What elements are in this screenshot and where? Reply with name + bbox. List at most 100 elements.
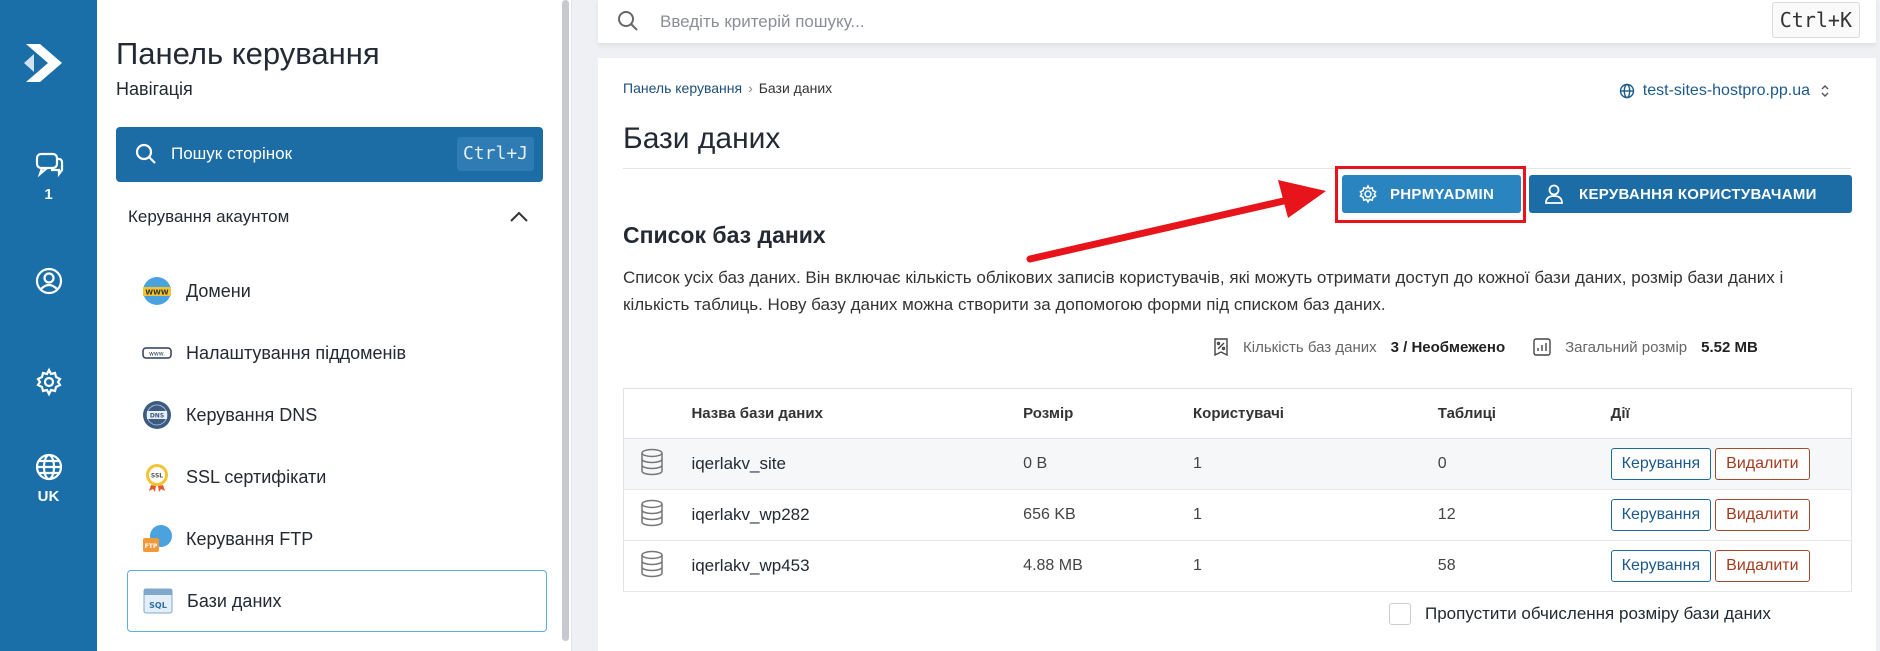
database-icon (641, 448, 663, 475)
column-header: Назва бази даних (691, 388, 1024, 439)
table-row: iqerlakv_wp453 4.88 MB 1 58 Керування Вид… (623, 540, 1852, 592)
gear-icon (35, 367, 62, 397)
list-title: Список баз даних (623, 222, 826, 248)
manage-users-button[interactable]: КЕРУВАННЯ КОРИСТУВАЧАМИ (1529, 175, 1852, 213)
column-header: Користувачі (1193, 388, 1438, 439)
www-icon: WWW (143, 277, 171, 305)
db-name: iqerlakv_site (691, 438, 1024, 490)
db-users: 1 (1193, 489, 1438, 541)
svg-text:SQL: SQL (149, 601, 167, 610)
domain-selector[interactable]: test-sites-hostpro.pp.ua (1619, 82, 1838, 100)
icon-rail: 1 UK (0, 0, 97, 651)
rail-settings[interactable] (0, 367, 97, 397)
db-size: 656 KB (1023, 489, 1193, 541)
db-size: 0 B (1023, 438, 1193, 490)
sidebar-item-ftp[interactable]: FTP Керування FTP (127, 508, 547, 570)
sidebar-item-domains[interactable]: WWW Домени (127, 260, 547, 322)
svg-text:FTP: FTP (145, 543, 158, 550)
delete-db-button[interactable]: Видалити (1715, 499, 1810, 531)
user-icon (1545, 184, 1563, 204)
skip-size-checkbox[interactable] (1389, 603, 1411, 625)
table-row: iqerlakv_wp282 656 KB 1 12 Керування Вида… (623, 489, 1852, 541)
ftp-icon: FTP (143, 525, 172, 552)
table-row: iqerlakv_site 0 B 1 0 Керування Видалити (623, 438, 1852, 490)
global-search-shortcut: Ctrl+K (1771, 2, 1860, 38)
db-name: iqerlakv_wp453 (691, 540, 1024, 592)
language-label: UK (37, 488, 60, 505)
sidebar-item-subdomains[interactable]: www. Налаштування піддоменів (127, 322, 547, 384)
sidebar-item-label: Домени (186, 280, 251, 301)
sidebar-item-label: Керування DNS (186, 404, 318, 425)
sidebar-item-label: Бази даних (187, 590, 282, 611)
chevron-up-icon[interactable] (509, 211, 529, 223)
manage-db-button[interactable]: Керування (1610, 550, 1712, 582)
sidebar-item-databases[interactable]: SQL Бази даних (127, 570, 547, 632)
db-tables: 58 (1437, 540, 1611, 592)
search-icon (618, 11, 638, 31)
skip-size-calc[interactable]: Пропустити обчислення розміру бази даних (1389, 603, 1771, 625)
sidebar-item-label: Керування FTP (186, 528, 314, 549)
rail-chat[interactable]: 1 (0, 150, 97, 203)
global-search-placeholder: Введіть критерій пошуку... (660, 12, 865, 31)
main-content: Панель керування › Бази даних test-sites-h… (598, 58, 1876, 651)
db-tables: 0 (1437, 438, 1611, 490)
db-tables: 12 (1437, 489, 1611, 541)
db-users: 1 (1193, 540, 1438, 592)
highlight-box (1335, 166, 1526, 223)
subdomain-icon: www. (142, 347, 172, 359)
column-header: Таблиці (1437, 388, 1611, 439)
databases-table: Назва бази даних Розмір Користувачі Табл… (623, 388, 1852, 592)
page-search-button[interactable]: Пошук сторінок Ctrl+J (116, 127, 543, 182)
rail-account[interactable] (0, 266, 97, 296)
sidebar-item-ssl[interactable]: SSL SSL сертифікати (127, 446, 547, 508)
manage-db-button[interactable]: Керування (1610, 499, 1712, 531)
page-search-label: Пошук сторінок (171, 144, 293, 163)
ssl-icon: SSL (146, 464, 168, 492)
page-search-shortcut: Ctrl+J (456, 137, 534, 171)
search-icon (135, 143, 156, 164)
manage-users-label: КЕРУВАННЯ КОРИСТУВАЧАМИ (1579, 185, 1817, 203)
db-size-label: Загальний розмір (1565, 338, 1688, 356)
database-icon (641, 550, 663, 577)
dns-icon: DNS (143, 401, 171, 429)
sidebar: Панель керування Навігація Пошук сторіно… (97, 0, 572, 651)
rail-language[interactable]: UK (0, 452, 97, 505)
globe-icon (35, 453, 62, 481)
list-description: Список усіх баз даних. Він включає кільк… (623, 268, 1784, 314)
percent-doc-icon (1214, 338, 1228, 357)
column-header: Дії (1610, 388, 1852, 439)
bar-chart-icon (1533, 338, 1551, 356)
db-count-value: 3 / Необмежено (1390, 338, 1506, 356)
chat-icon (35, 152, 63, 178)
sidebar-subtitle: Навігація (116, 79, 193, 99)
sidebar-item-dns[interactable]: DNS Керування DNS (127, 384, 547, 446)
sql-icon: SQL (143, 588, 173, 614)
db-users: 1 (1193, 438, 1438, 490)
chat-count: 1 (44, 186, 53, 203)
delete-db-button[interactable]: Видалити (1715, 448, 1810, 480)
table-header-row: Назва бази даних Розмір Користувачі Табл… (623, 388, 1852, 439)
global-search-bar[interactable]: Введіть критерій пошуку... Ctrl+K (598, 0, 1876, 44)
sidebar-scrollbar[interactable] (562, 0, 569, 641)
manage-db-button[interactable]: Керування (1610, 448, 1712, 480)
logo-icon[interactable] (22, 36, 72, 90)
delete-db-button[interactable]: Видалити (1715, 550, 1810, 582)
user-icon (35, 267, 62, 295)
db-count-label: Кількість баз даних (1243, 338, 1377, 356)
table-header-icon (623, 388, 692, 439)
svg-text:www.: www. (149, 351, 165, 358)
sidebar-item-label: Налаштування піддоменів (186, 342, 407, 363)
sidebar-item-label: SSL сертифікати (186, 466, 327, 487)
column-header: Розмір (1023, 388, 1193, 439)
domain-name: test-sites-hostpro.pp.ua (1642, 82, 1810, 99)
db-name: iqerlakv_wp282 (691, 489, 1024, 541)
database-icon (641, 499, 663, 526)
svg-text:SSL: SSL (151, 473, 163, 480)
chevron-updown-icon (1821, 85, 1829, 97)
db-size: 4.88 MB (1023, 540, 1193, 592)
section-account-management[interactable]: Керування акаунтом (128, 207, 289, 227)
globe-icon (1619, 83, 1634, 99)
db-size-value: 5.52 MB (1701, 338, 1758, 356)
skip-size-label: Пропустити обчислення розміру бази даних (1425, 604, 1771, 623)
sidebar-title: Панель керування (116, 36, 380, 71)
